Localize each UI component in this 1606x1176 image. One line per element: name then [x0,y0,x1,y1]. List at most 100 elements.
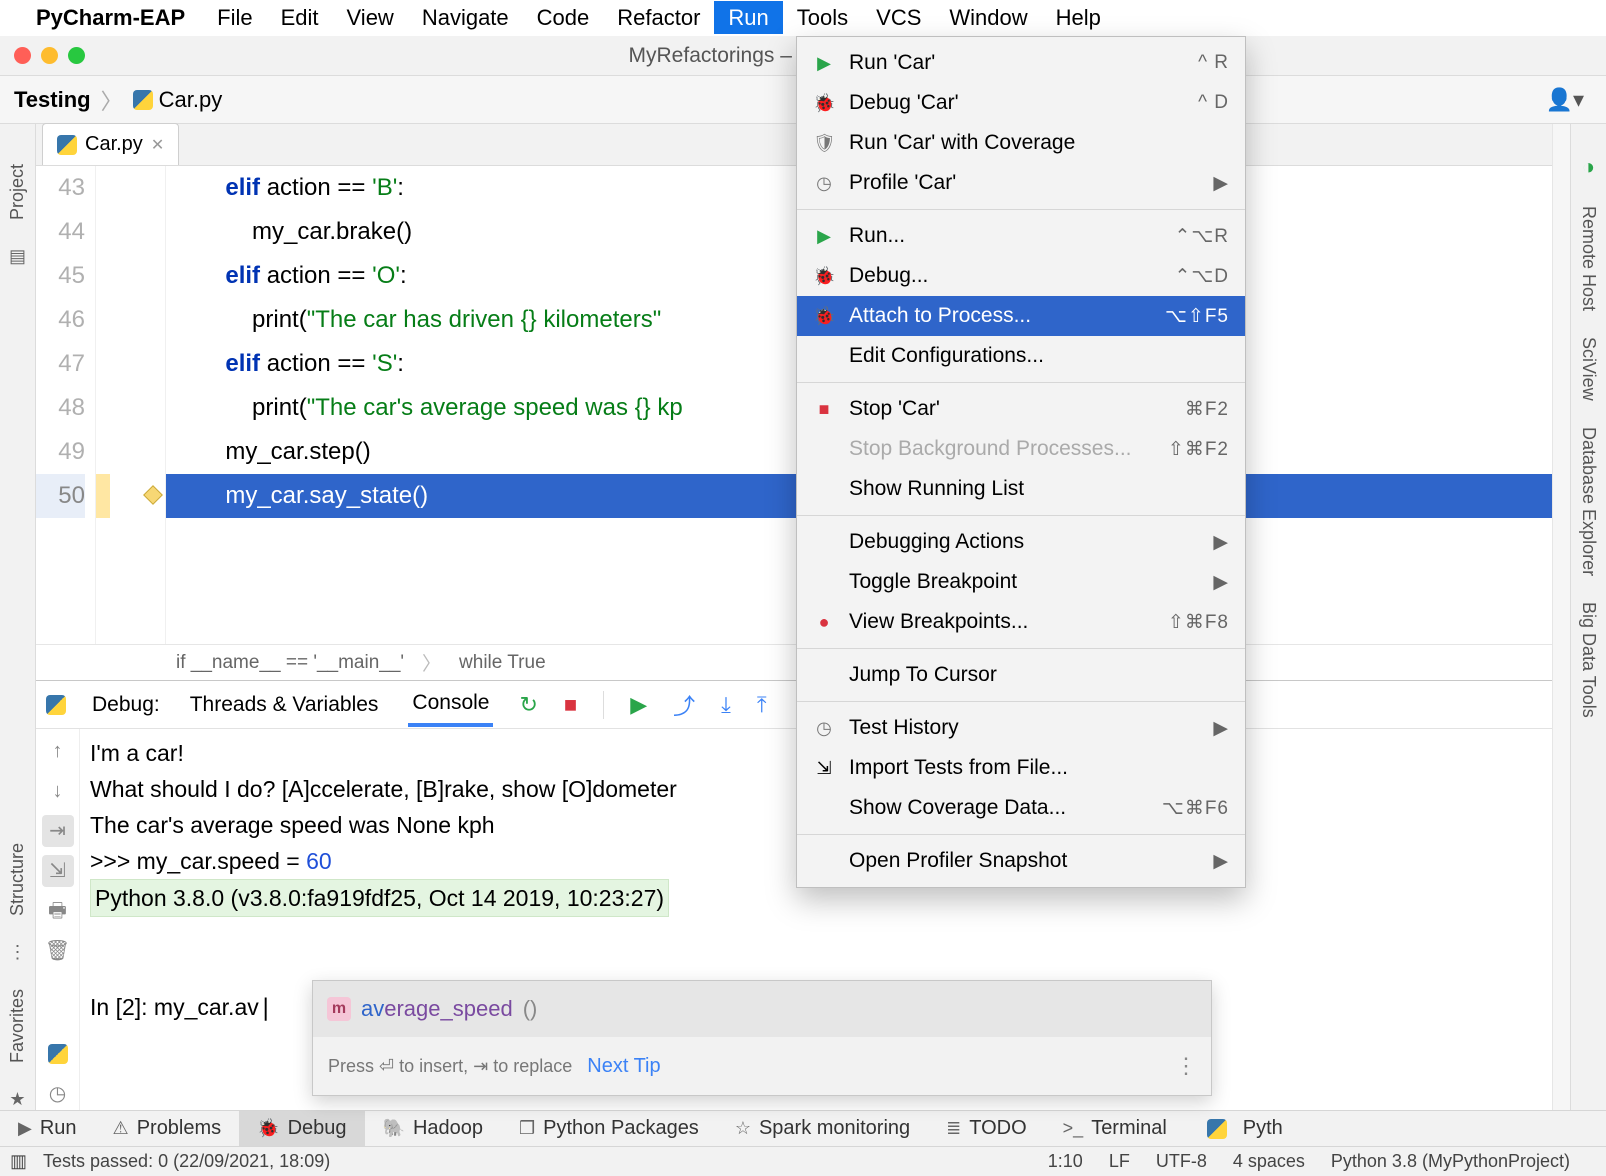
step-out-icon[interactable]: ⤒ [757,692,767,718]
menu-item[interactable]: ◷Profile 'Car'▶ [797,163,1245,203]
menu-item[interactable]: ◷Test History▶ [797,708,1245,748]
python-console-icon[interactable] [42,1038,74,1070]
status-indent[interactable]: 4 spaces [1233,1151,1305,1172]
status-line-separator[interactable]: LF [1109,1151,1130,1172]
run-menu-dropdown[interactable]: ▶Run 'Car'^ R🐞Debug 'Car'^ D🛡Run 'Car' w… [796,36,1246,888]
step-into-icon[interactable]: ⤓ [721,692,731,718]
close-tab-icon[interactable]: ✕ [151,135,164,155]
maximize-window-icon[interactable] [68,47,85,64]
print-icon[interactable]: 🖶 [42,895,74,927]
scroll-to-end-icon[interactable]: ⇲ [42,855,74,887]
project-toolwindow-tab[interactable]: Project [7,164,28,220]
status-interpreter[interactable]: Python 3.8 (MyPythonProject) [1331,1151,1570,1172]
scroll-down-icon[interactable]: ↓ [42,775,74,807]
help-icon[interactable]: ◑ [1582,154,1595,180]
breadcrumb-separator-icon: 〉 [422,649,441,676]
menubar-item-view[interactable]: View [333,1,408,34]
menubar-item-navigate[interactable]: Navigate [408,1,523,34]
menu-item[interactable]: ⇲Import Tests from File... [797,748,1245,788]
editor-breadcrumb: if __name__ == '__main__' 〉 while True [36,644,1552,680]
menu-item[interactable]: 🐞Debug 'Car'^ D [797,83,1245,123]
menubar-item-help[interactable]: Help [1042,1,1115,34]
menu-item: Stop Background Processes...⇧⌘F2 [797,429,1245,469]
toolwindows-icon[interactable]: ▥ [10,1151,27,1172]
menu-item[interactable]: Show Running List [797,469,1245,509]
status-tests: Tests passed: 0 (22/09/2021, 18:09) [43,1151,330,1172]
breadcrumb-scope-1[interactable]: if __name__ == '__main__' [176,652,404,674]
step-over-icon[interactable]: ⤴ [673,689,695,721]
soft-wrap-icon[interactable]: ⇥ [42,815,74,847]
structure-toolwindow-tab[interactable]: Structure [7,843,28,916]
scroll-up-icon[interactable]: ↑ [42,735,74,767]
menubar-item-code[interactable]: Code [523,1,604,34]
menubar-item-vcs[interactable]: VCS [862,1,935,34]
menu-item[interactable]: ▶Run...⌃⌥R [797,216,1245,256]
editor-tab-car[interactable]: Car.py ✕ [42,123,179,165]
traffic-lights[interactable] [14,47,85,64]
more-icon[interactable]: ⋮ [1175,1048,1197,1084]
threads-tab[interactable]: Threads & Variables [186,685,383,725]
status-bar: ▥ Tests passed: 0 (22/09/2021, 18:09) 1:… [0,1146,1606,1176]
resume-icon[interactable]: ▶ [630,692,647,718]
menu-item[interactable]: Open Profiler Snapshot▶ [797,841,1245,881]
history-icon[interactable]: ◷ [42,1078,74,1110]
close-window-icon[interactable] [14,47,31,64]
bottom-tab-python-packages[interactable]: ❒Python Packages [501,1111,717,1146]
completion-item[interactable]: m average_speed() [313,981,1211,1037]
bottom-tab-spark-monitoring[interactable]: ☆Spark monitoring [717,1111,928,1146]
bottom-tool-tabs: ▶Run⚠Problems🐞Debug🐘Hadoop❒Python Packag… [0,1110,1606,1146]
bottom-tab-run[interactable]: ▶Run [0,1111,95,1146]
menu-item[interactable]: ●View Breakpoints...⇧⌘F8 [797,602,1245,642]
user-icon[interactable]: 👤▾ [1546,87,1584,113]
menubar-item-refactor[interactable]: Refactor [603,1,714,34]
remote-host-tab[interactable]: Remote Host [1578,206,1599,311]
menubar-item-tools[interactable]: Tools [783,1,862,34]
method-badge-icon: m [327,997,351,1021]
breakpoint-gutter[interactable] [96,166,166,644]
menu-item[interactable]: 🛡Run 'Car' with Coverage [797,123,1245,163]
bottom-tab-todo[interactable]: ≣TODO [928,1111,1045,1146]
menu-item[interactable]: ■Stop 'Car'⌘F2 [797,389,1245,429]
menu-item[interactable]: Show Coverage Data...⌥⌘F6 [797,788,1245,828]
debug-toolbar: Debug: Threads & Variables Console ↻ ■ ▶… [36,681,1552,729]
stop-icon[interactable]: ■ [564,692,577,718]
menu-item[interactable]: ▶Run 'Car'^ R [797,43,1245,83]
menu-item[interactable]: 🐞Attach to Process...⌥⇧F5 [797,296,1245,336]
bottom-tab-debug[interactable]: 🐞Debug [239,1111,364,1146]
menubar-item-file[interactable]: File [203,1,266,34]
bottom-tab-pyth[interactable]: Pyth [1185,1111,1301,1146]
clear-icon[interactable]: 🗑 [42,935,74,967]
bottom-tab-terminal[interactable]: >_Terminal [1045,1111,1185,1146]
minimize-window-icon[interactable] [41,47,58,64]
python-version-banner: Python 3.8.0 (v3.8.0:fa919fdf25, Oct 14 … [90,879,669,917]
bookmark-icon[interactable] [143,485,163,505]
menu-item[interactable]: 🐞Debug...⌃⌥D [797,256,1245,296]
favorites-toolwindow-tab[interactable]: Favorites [7,989,28,1063]
file-breadcrumb[interactable]: Car.py [133,87,223,113]
menu-item[interactable]: Debugging Actions▶ [797,522,1245,562]
star-icon: ★ [9,1089,25,1110]
editor-tab-label: Car.py [85,133,143,156]
menu-item[interactable]: Toggle Breakpoint▶ [797,562,1245,602]
menubar-item-window[interactable]: Window [935,1,1041,34]
sciview-tab[interactable]: SciView [1578,337,1599,401]
database-explorer-tab[interactable]: Database Explorer [1578,427,1599,576]
file-name: Car.py [159,87,223,113]
status-caret-position[interactable]: 1:10 [1048,1151,1083,1172]
code-completion-popup[interactable]: m average_speed() Press ⏎ to insert, ⇥ t… [312,980,1212,1096]
menu-item[interactable]: Jump To Cursor [797,655,1245,695]
big-data-tools-tab[interactable]: Big Data Tools [1578,602,1599,718]
breadcrumb-scope-2[interactable]: while True [459,652,546,674]
bottom-tab-problems[interactable]: ⚠Problems [95,1111,240,1146]
rerun-icon[interactable]: ↻ [519,692,537,718]
code-editor[interactable]: 4344454647484950 elif action == 'B': my_… [36,166,1552,644]
menu-item[interactable]: Edit Configurations... [797,336,1245,376]
console-tab[interactable]: Console [408,683,493,727]
project-root-breadcrumb[interactable]: Testing [14,87,91,113]
completion-hint: Press ⏎ to insert, ⇥ to replace Next Tip… [313,1037,1211,1095]
next-tip-link[interactable]: Next Tip [587,1048,660,1084]
menubar-item-edit[interactable]: Edit [267,1,333,34]
bottom-tab-hadoop[interactable]: 🐘Hadoop [365,1111,501,1146]
status-encoding[interactable]: UTF-8 [1156,1151,1207,1172]
menubar-item-run[interactable]: Run [714,1,782,34]
